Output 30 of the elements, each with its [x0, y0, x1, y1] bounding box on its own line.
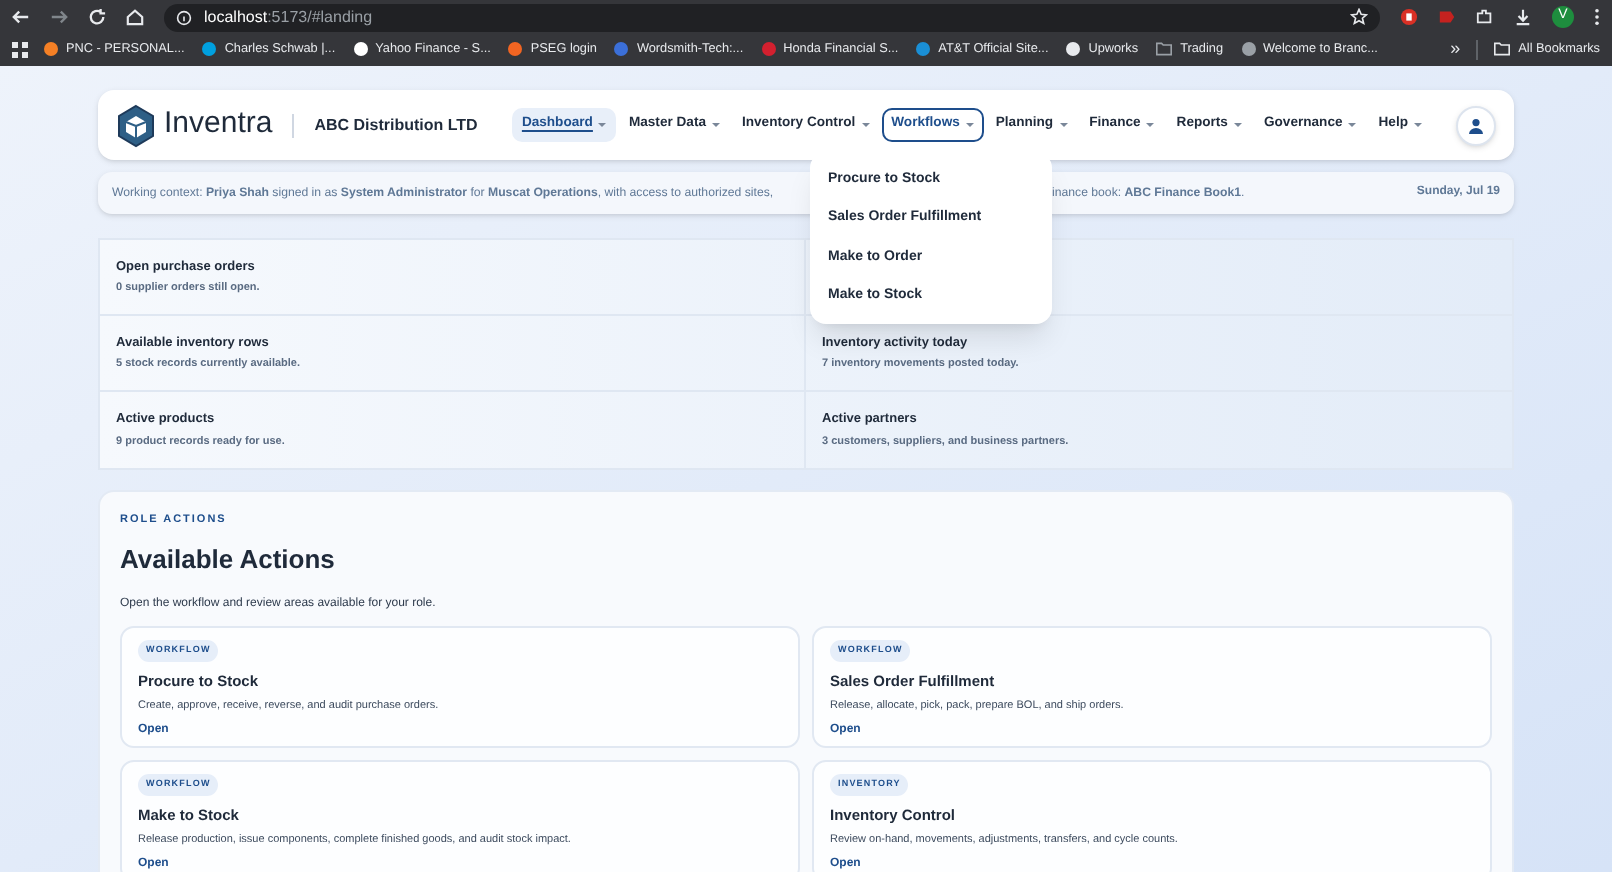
caret-icon [711, 122, 720, 128]
puzzle-icon[interactable] [1476, 8, 1494, 26]
cube-logo-icon [116, 103, 156, 147]
company-name: ABC Distribution LTD [314, 113, 478, 137]
caret-icon [1059, 122, 1068, 128]
caret-icon [1414, 122, 1422, 128]
caret-icon [861, 122, 870, 128]
folder-icon [1494, 42, 1511, 57]
caret-icon [1146, 122, 1155, 128]
back-icon[interactable] [12, 8, 30, 26]
user-icon [1468, 117, 1484, 133]
forward-icon[interactable] [50, 8, 68, 26]
apps-grid-icon[interactable] [12, 42, 28, 58]
star-icon[interactable] [1350, 8, 1368, 26]
site-info-icon [176, 9, 192, 25]
caret-icon [1233, 122, 1242, 128]
caret-icon [598, 122, 607, 128]
home-icon[interactable] [126, 8, 144, 26]
brand-name: Inventra [164, 104, 273, 145]
extension-icon[interactable] [1400, 8, 1418, 26]
reload-icon[interactable] [88, 8, 106, 26]
download-icon[interactable] [1514, 8, 1532, 26]
caret-icon [1348, 122, 1357, 128]
url-text: localhost:5173/#landing [204, 5, 373, 29]
address-bar[interactable]: localhost:5173/#landing [164, 3, 1380, 31]
user-avatar-button[interactable] [1456, 105, 1496, 145]
menu-icon[interactable] [1594, 8, 1600, 26]
more-bookmarks-button[interactable]: » [1450, 36, 1461, 64]
section-title: Available Actions [120, 542, 337, 579]
caret-icon [965, 122, 974, 128]
